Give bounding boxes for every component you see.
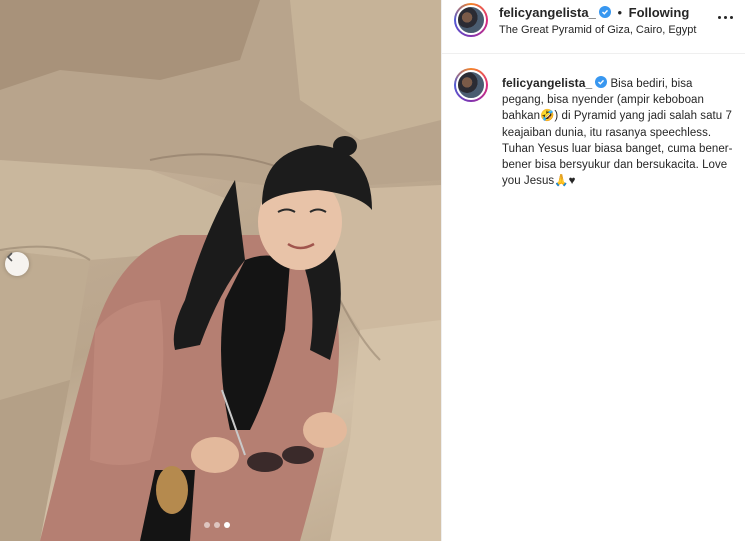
more-options-icon[interactable] [715, 10, 735, 24]
header-title-line: felicyangelista_ • Following [499, 5, 689, 20]
post-side-panel: felicyangelista_ • Following The Great P… [441, 0, 745, 541]
photo-illustration [0, 0, 441, 541]
carousel-dot [214, 522, 220, 528]
caption-username-link[interactable]: felicyangelista_ [502, 76, 592, 90]
username-link[interactable]: felicyangelista_ [499, 5, 596, 20]
following-button[interactable]: Following [629, 5, 690, 20]
carousel-prev-button[interactable] [5, 252, 29, 276]
verified-badge-icon [598, 6, 611, 18]
separator-dot: • [617, 5, 623, 20]
carousel-dot-active [224, 522, 230, 528]
caption-text: felicyangelista_ Bisa bediri, bisa pegan… [502, 75, 734, 189]
chevron-left-icon [6, 252, 13, 262]
avatar[interactable] [454, 68, 488, 102]
verified-badge-icon [595, 76, 608, 88]
caption-body: Bisa bediri, bisa pegang, bisa nyender (… [502, 78, 733, 188]
avatar[interactable] [454, 3, 488, 37]
carousel-dot [204, 522, 210, 528]
location-link[interactable]: The Great Pyramid of Giza, Cairo, Egypt [499, 24, 696, 36]
carousel-indicator [204, 522, 230, 528]
post-header: felicyangelista_ • Following The Great P… [442, 0, 745, 54]
post-photo[interactable] [0, 0, 441, 541]
